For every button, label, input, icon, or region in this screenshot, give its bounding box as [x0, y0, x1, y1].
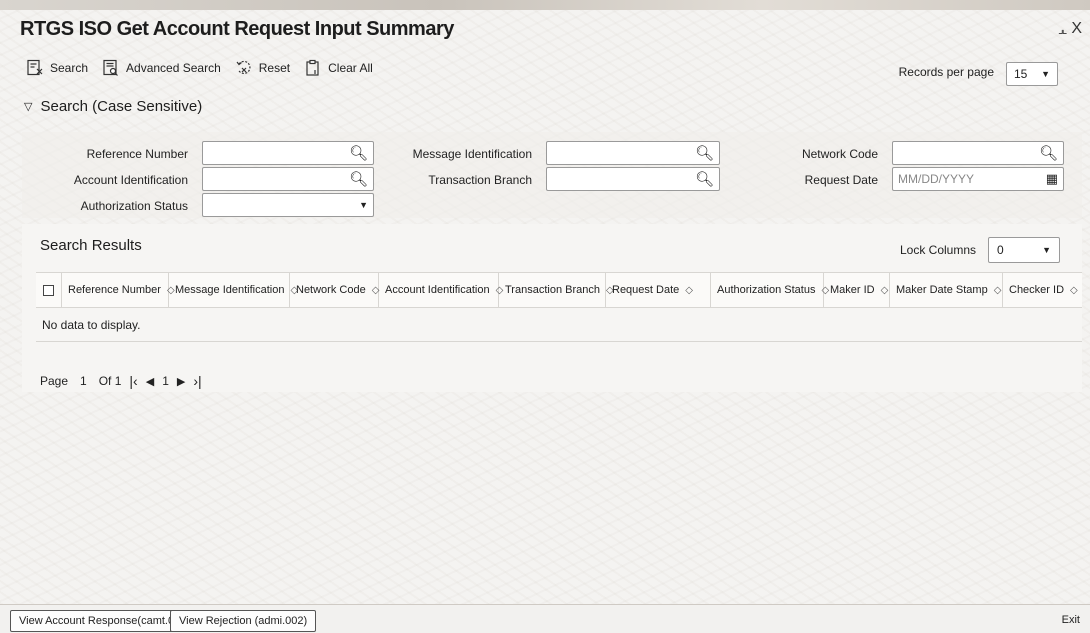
lock-columns: Lock Columns 0 ▼ [900, 237, 1060, 263]
reset-icon [236, 60, 251, 74]
chevron-down-icon: ▼ [1042, 245, 1051, 255]
empty-table-message: No data to display. [36, 308, 1082, 342]
advanced-search-button[interactable]: Advanced Search [102, 59, 221, 77]
current-page: 1 [162, 374, 169, 388]
top-decorative-bar [0, 0, 1090, 10]
column-label: Authorization Status [717, 284, 816, 296]
results-title: Search Results [40, 237, 142, 254]
column-label: Reference Number [68, 284, 161, 296]
column-header-maker-date-stamp[interactable]: Maker Date Stamp ◇ [890, 273, 1003, 307]
transaction-branch-label: Transaction Branch [428, 173, 532, 187]
authorization-status-label: Authorization Status [80, 199, 188, 213]
column-header-transaction-branch[interactable]: Transaction Branch ◇ [499, 273, 614, 307]
select-all-checkbox-cell [36, 273, 62, 307]
records-per-page-label: Records per page [898, 64, 994, 79]
exit-button[interactable]: Exit [1062, 614, 1080, 626]
column-header-reference-number[interactable]: Reference Number ◇ [62, 273, 175, 307]
first-page-icon[interactable]: |‹ [129, 373, 137, 389]
search-section-toggle[interactable]: ▽ Search (Case Sensitive) [24, 98, 202, 115]
column-header-maker-id[interactable]: Maker ID ◇ [824, 273, 890, 307]
lock-columns-select[interactable]: 0 ▼ [988, 237, 1060, 263]
search-section-title: Search (Case Sensitive) [40, 98, 203, 115]
window-controls: ⌟⌞ X [1058, 20, 1082, 38]
column-header-account-identification[interactable]: Account Identification ◇ [379, 273, 503, 307]
message-identification-input[interactable]: 🔍︎ [546, 141, 720, 165]
sort-icon[interactable]: ◇ [1070, 285, 1078, 296]
column-label: Account Identification [385, 284, 490, 296]
records-per-page: Records per page 15 ▼ [899, 57, 1058, 86]
clipboard-icon [306, 59, 319, 76]
sort-icon[interactable]: ◇ [994, 285, 1002, 296]
pagination: Page 1 Of 1 |‹ ◀ 1 ▶ ›| [40, 373, 202, 389]
reset-button[interactable]: Reset [235, 59, 290, 77]
account-identification-input[interactable]: 🔍︎ [202, 167, 374, 191]
lock-columns-label: Lock Columns [899, 243, 976, 257]
search-icon[interactable]: 🔍︎ [1039, 144, 1058, 162]
authorization-status-select[interactable]: ▼ [202, 193, 374, 217]
account-identification-label: Account Identification [73, 173, 188, 187]
advanced-search-icon [103, 59, 118, 76]
column-header-request-date[interactable]: Request Date ◇ [606, 273, 711, 307]
records-per-page-select[interactable]: 15 ▼ [1006, 62, 1058, 86]
column-label: Network Code [296, 284, 366, 296]
reference-number-input[interactable]: 🔍︎ [202, 141, 374, 165]
request-date-input[interactable]: MM/DD/YYYY ▦ [892, 167, 1064, 191]
page-of-label: Of 1 [98, 374, 122, 388]
column-label: Maker ID [830, 284, 875, 296]
toolbar: Search Advanced Search Reset Clear All [26, 59, 373, 77]
column-header-message-identification[interactable]: Message Identification ◇ [169, 273, 298, 307]
sort-icon[interactable]: ◇ [685, 285, 693, 296]
page-input[interactable]: 1 [76, 374, 91, 388]
clear-all-button[interactable]: Clear All [304, 59, 373, 77]
column-label: Maker Date Stamp [896, 284, 988, 296]
table-header: Reference Number ◇ Message Identification… [36, 272, 1082, 308]
previous-page-icon[interactable]: ◀ [146, 375, 154, 388]
column-label: Message Identification [175, 284, 285, 296]
clear-all-label: Clear All [328, 61, 373, 75]
lock-columns-value: 0 [997, 243, 1004, 257]
search-button[interactable]: Search [26, 59, 88, 77]
network-code-label: Network Code [801, 147, 878, 161]
search-panel: Reference Number 🔍︎ Message Identificati… [22, 132, 1082, 218]
next-page-icon[interactable]: ▶ [177, 375, 185, 388]
search-label: Search [50, 61, 89, 75]
last-page-icon[interactable]: ›| [193, 373, 201, 389]
chevron-down-icon: ▽ [24, 101, 33, 113]
search-doc-icon [27, 59, 43, 76]
calendar-icon[interactable]: ▦ [1046, 171, 1058, 187]
column-label: Transaction Branch [505, 284, 600, 296]
column-label: Checker ID [1009, 284, 1065, 296]
column-label: Request Date [612, 284, 680, 296]
expand-icon[interactable]: ⌟⌞ [1058, 22, 1067, 36]
reset-label: Reset [258, 61, 291, 75]
sort-icon[interactable]: ◇ [881, 285, 889, 296]
column-header-authorization-status[interactable]: Authorization Status ◇ [711, 273, 829, 307]
advanced-search-label: Advanced Search [126, 61, 221, 75]
close-icon[interactable]: X [1071, 20, 1082, 38]
request-date-label: Request Date [804, 173, 878, 187]
view-rejection-button[interactable]: View Rejection (admi.002) [170, 610, 317, 632]
results-panel: Search Results Lock Columns 0 ▼ Referenc… [22, 224, 1082, 392]
search-icon[interactable]: 🔍︎ [349, 144, 368, 162]
page-label: Page [40, 374, 69, 388]
page-title: RTGS ISO Get Account Request Input Summa… [20, 18, 454, 40]
search-icon[interactable]: 🔍︎ [349, 170, 368, 188]
footer-bar: View Account Response(camt.004) View Rej… [0, 604, 1090, 633]
records-per-page-value: 15 [1014, 67, 1028, 81]
column-header-network-code[interactable]: Network Code ◇ [290, 273, 379, 307]
column-header-checker-id[interactable]: Checker ID ◇ [1003, 273, 1082, 307]
chevron-down-icon: ▼ [1041, 69, 1050, 79]
chevron-down-icon: ▼ [359, 200, 368, 210]
search-icon[interactable]: 🔍︎ [695, 170, 714, 188]
request-date-placeholder: MM/DD/YYYY [898, 172, 975, 186]
results-table: Reference Number ◇ Message Identification… [36, 272, 1082, 342]
reference-number-label: Reference Number [86, 147, 188, 161]
search-icon[interactable]: 🔍︎ [695, 144, 714, 162]
network-code-input[interactable]: 🔍︎ [892, 141, 1064, 165]
select-all-checkbox[interactable] [43, 284, 54, 296]
transaction-branch-input[interactable]: 🔍︎ [546, 167, 720, 191]
message-identification-label: Message Identification [412, 147, 532, 161]
